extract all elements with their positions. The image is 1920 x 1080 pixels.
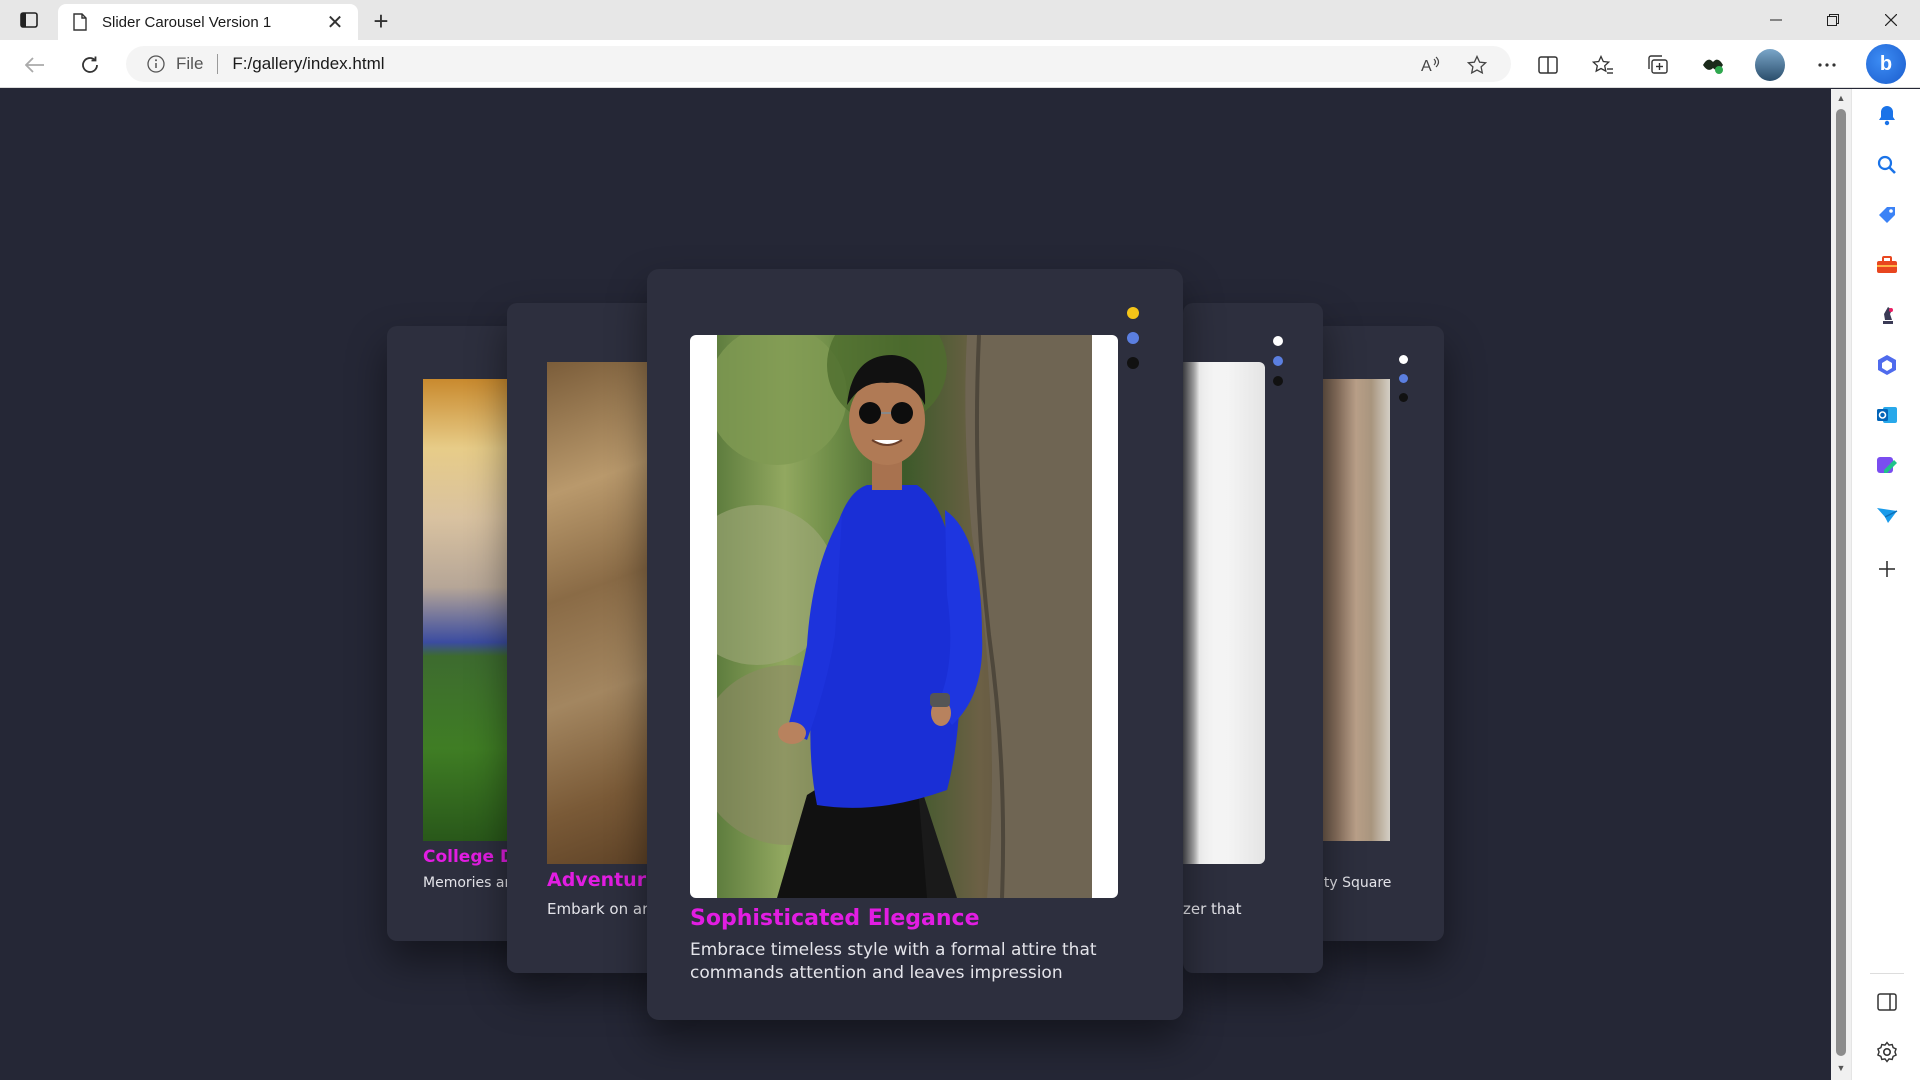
active-tab[interactable]: Slider Carousel Version 1 ✕ (58, 4, 358, 40)
white-wall-photo (1183, 362, 1265, 864)
card-indicator-dots (1273, 336, 1283, 396)
browser-sidebar (1851, 89, 1920, 1080)
search-icon[interactable] (1874, 152, 1900, 178)
tab-title: Slider Carousel Version 1 (102, 13, 272, 31)
notifications-icon[interactable] (1874, 102, 1900, 128)
card-title: Adventure (547, 869, 659, 891)
scroll-down-arrow-icon[interactable]: ▼ (1836, 1063, 1846, 1073)
scroll-thumb[interactable] (1836, 109, 1846, 1056)
carousel-card-far-right[interactable]: ity Square (1315, 326, 1444, 941)
vertical-scrollbar[interactable]: ▲ ▼ (1831, 89, 1851, 1080)
site-info-icon[interactable] (146, 54, 166, 74)
tools-icon[interactable] (1874, 252, 1900, 278)
card-description: Embrace timeless style with a formal att… (690, 940, 1097, 983)
restore-button[interactable] (1810, 4, 1856, 36)
card-indicator-dots (1399, 355, 1408, 412)
microsoft365-icon[interactable] (1874, 352, 1900, 378)
copilot-icon[interactable]: b (1866, 44, 1906, 84)
collections-icon[interactable] (1644, 51, 1672, 79)
room-photo (1315, 379, 1390, 841)
page-document-icon (70, 12, 90, 32)
profile-avatar[interactable] (1755, 49, 1785, 81)
settings-icon[interactable] (1874, 1039, 1900, 1065)
indicator-dot[interactable] (1273, 356, 1283, 366)
address-bar[interactable]: File F:/gallery/index.html A (126, 46, 1511, 82)
tab-actions-icon[interactable] (18, 9, 40, 31)
outlook-icon[interactable] (1874, 402, 1900, 428)
sidebar-layout-icon[interactable] (1874, 989, 1900, 1015)
more-menu-icon[interactable] (1813, 51, 1841, 79)
svg-text:A: A (1421, 58, 1432, 74)
send-icon[interactable] (1874, 502, 1900, 528)
sidebar-divider (1870, 973, 1904, 974)
photo-frame (690, 335, 1118, 898)
address-divider (217, 54, 219, 74)
url-text[interactable]: F:/gallery/index.html (232, 54, 384, 74)
portrait-photo (717, 335, 1092, 898)
shopping-icon[interactable] (1874, 202, 1900, 228)
back-arrow-icon[interactable] (21, 51, 49, 79)
card-description: zer that (1183, 900, 1242, 918)
page-viewport: College Do Memories ar and nostalgic ity… (0, 89, 1831, 1080)
extensions-icon[interactable] (1699, 51, 1727, 79)
minimize-button[interactable] (1753, 4, 1799, 36)
indicator-dot[interactable] (1399, 374, 1408, 383)
card-indicator-dots (1127, 307, 1139, 382)
tab-bar: Slider Carousel Version 1 ✕ + (0, 0, 1920, 40)
indicator-dot[interactable] (1399, 355, 1408, 364)
college-photo (423, 379, 507, 841)
games-icon[interactable] (1874, 302, 1900, 328)
add-icon[interactable] (1874, 556, 1900, 582)
indicator-dot[interactable] (1127, 357, 1139, 369)
split-screen-icon[interactable] (1534, 51, 1562, 79)
favorites-icon[interactable] (1589, 51, 1617, 79)
adventure-photo (547, 362, 647, 864)
portrait-illustration (717, 335, 1092, 898)
reload-icon[interactable] (76, 51, 104, 79)
close-tab-icon[interactable]: ✕ (324, 11, 346, 34)
read-aloud-icon[interactable]: A (1420, 54, 1442, 76)
indicator-dot[interactable] (1399, 393, 1408, 402)
card-description: ity Square (1320, 875, 1392, 891)
designer-icon[interactable] (1874, 452, 1900, 478)
carousel-card-active[interactable]: Sophisticated Elegance Embrace timeless … (647, 269, 1183, 1020)
card-title: Sophisticated Elegance (690, 906, 980, 931)
address-toolbar: File F:/gallery/index.html A (0, 40, 1920, 88)
favorite-star-icon[interactable] (1466, 54, 1488, 76)
indicator-dot[interactable] (1273, 376, 1283, 386)
indicator-dot[interactable] (1127, 332, 1139, 344)
carousel-card-near-right[interactable]: zer that (1183, 303, 1323, 973)
indicator-dot-active[interactable] (1127, 307, 1139, 319)
close-window-button[interactable] (1868, 4, 1914, 36)
scroll-up-arrow-icon[interactable]: ▲ (1836, 93, 1846, 103)
scheme-label: File (176, 54, 204, 73)
indicator-dot[interactable] (1273, 336, 1283, 346)
new-tab-button[interactable]: + (368, 8, 394, 34)
